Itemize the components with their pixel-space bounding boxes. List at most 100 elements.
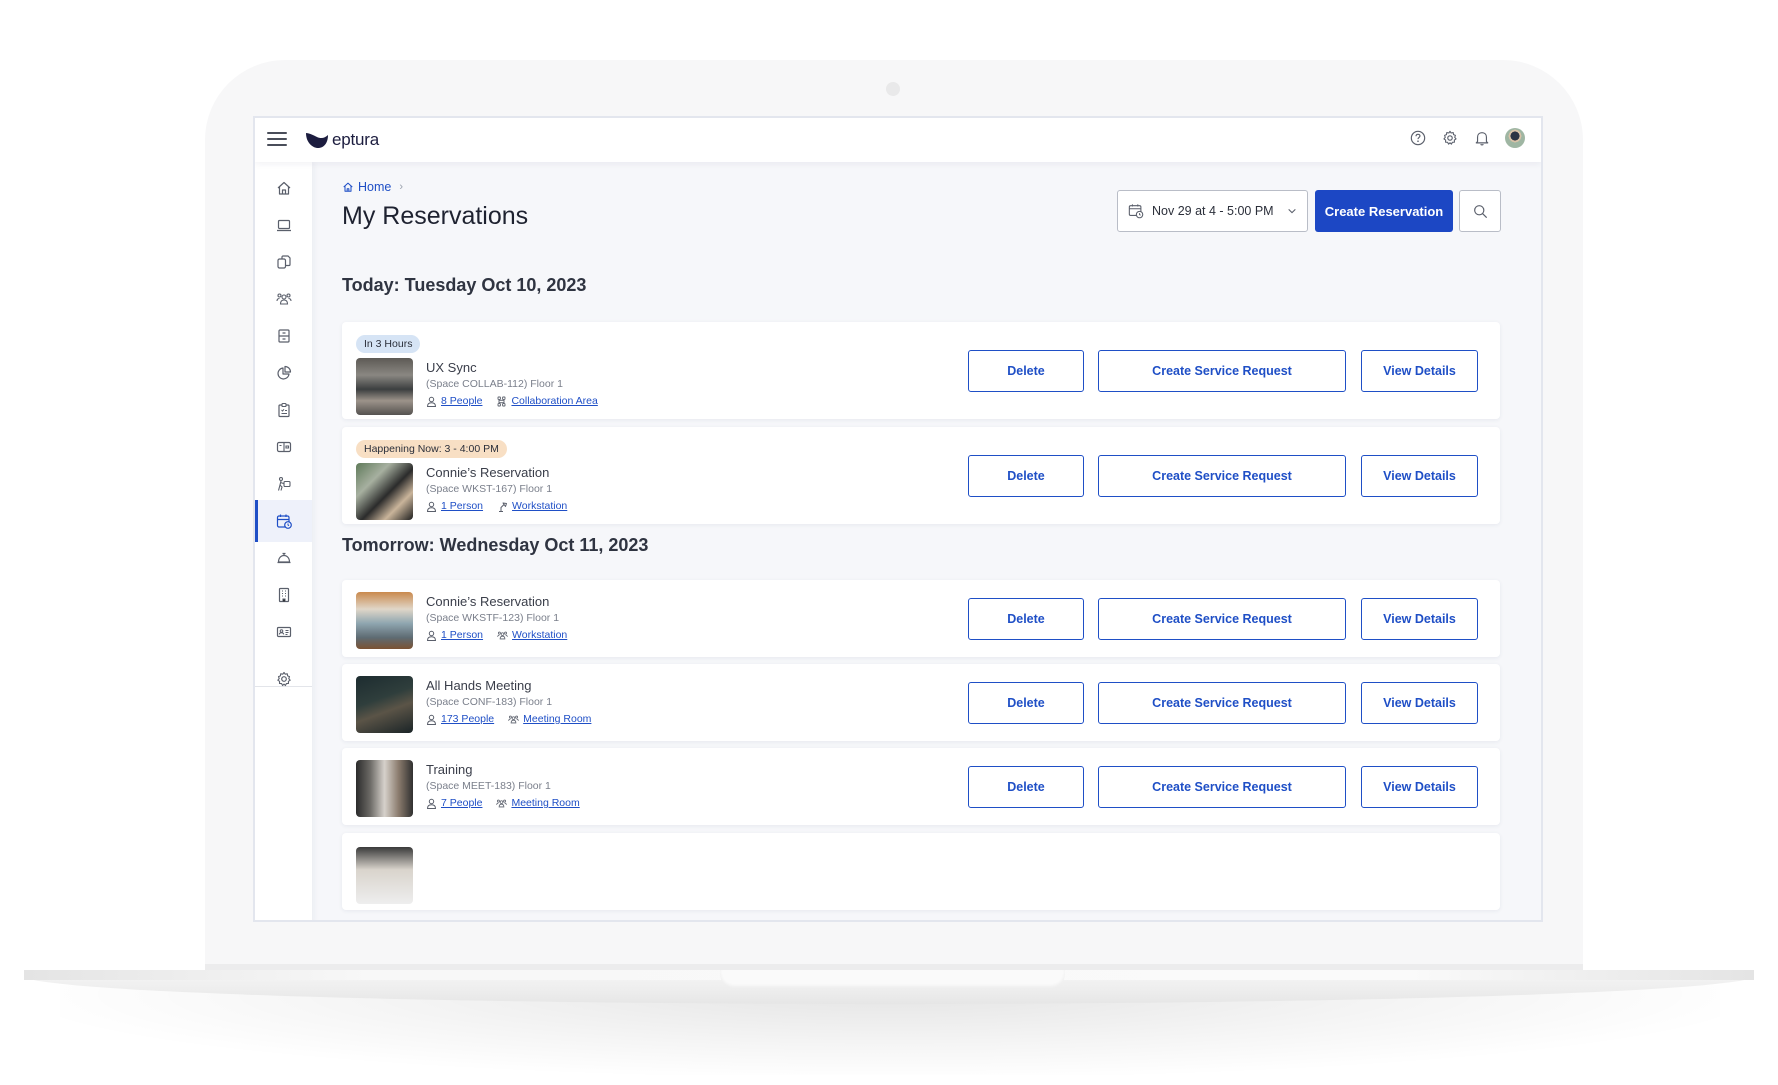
- create-reservation-button[interactable]: Create Reservation: [1315, 190, 1453, 232]
- space-location: (Space WKSTF-123) Floor 1: [426, 612, 560, 624]
- view-details-button[interactable]: View Details: [1361, 766, 1478, 808]
- chevron-right-icon: ›: [399, 181, 404, 193]
- sidebar-item-people-group[interactable]: [255, 278, 312, 320]
- laptop-camera: [886, 82, 900, 96]
- reservation-info: UX Sync (Space COLLAB-112) Floor 1 8 Peo…: [426, 360, 598, 407]
- reservation-info: Connie’s Reservation (Space WKSTF-123) F…: [426, 594, 567, 641]
- sidebar-item-file-cabinet[interactable]: [255, 315, 312, 357]
- help-icon[interactable]: [1409, 129, 1427, 147]
- space-photo: [356, 592, 413, 649]
- sidebar-item-home[interactable]: [255, 167, 312, 209]
- laptop-notch: [720, 970, 1065, 988]
- delete-button[interactable]: Delete: [968, 455, 1084, 497]
- space-photo: [356, 358, 413, 415]
- search-icon: [1473, 204, 1487, 218]
- space-location: (Space COLLAB-112) Floor 1: [426, 378, 563, 390]
- sidebar-item-copy-documents[interactable]: [255, 241, 312, 283]
- attendees-link[interactable]: 1 Person: [441, 500, 483, 512]
- status-badge: In 3 Hours: [356, 335, 421, 353]
- notifications-bell-icon[interactable]: [1473, 129, 1491, 147]
- reservation-title: UX Sync: [426, 360, 477, 375]
- calendar-clock-icon: [276, 514, 292, 529]
- attendees-link[interactable]: 1 Person: [441, 629, 483, 641]
- search-button[interactable]: [1459, 190, 1501, 232]
- pie-chart-icon: [276, 365, 291, 380]
- clipboard-checklist-icon: [277, 402, 290, 418]
- reservation-title: All Hands Meeting: [426, 678, 532, 693]
- eptura-logo-mark-icon: [306, 133, 328, 148]
- sidebar-item-clipboard-checklist[interactable]: [255, 389, 312, 431]
- date-range-value: Nov 29 at 4 - 5:00 PM: [1152, 204, 1274, 218]
- attendees-link[interactable]: 8 People: [441, 395, 482, 407]
- delete-button[interactable]: Delete: [968, 682, 1084, 724]
- chevron-down-icon: [1288, 208, 1296, 214]
- view-details-button[interactable]: View Details: [1361, 455, 1478, 497]
- space-location: (Space WKST-167) Floor 1: [426, 483, 553, 495]
- file-cabinet-icon: [277, 329, 290, 343]
- space-type-link[interactable]: Workstation: [512, 500, 567, 512]
- home-icon: [343, 182, 353, 192]
- create-service-request-button[interactable]: Create Service Request: [1098, 682, 1346, 724]
- space-location: (Space CONF-183) Floor 1: [426, 696, 553, 708]
- laptop-icon: [276, 219, 291, 232]
- breadcrumb-home-link[interactable]: Home: [358, 180, 391, 194]
- sidebar-item-map-book[interactable]: [255, 426, 312, 468]
- app-window: eptura Home › My Reservations Nov 29 at: [253, 116, 1543, 922]
- person-icon: [426, 630, 437, 641]
- date-range-picker[interactable]: Nov 29 at 4 - 5:00 PM: [1117, 190, 1308, 232]
- home-icon: [277, 181, 290, 195]
- space-type-link[interactable]: Collaboration Area: [511, 395, 597, 407]
- visitor-icon: [277, 476, 291, 491]
- reservation-card: In 3 Hours UX Sync (Space COLLAB-112) Fl…: [342, 322, 1500, 419]
- settings-gear-icon: [276, 671, 291, 687]
- sidebar-item-settings[interactable]: [255, 658, 312, 700]
- delete-button[interactable]: Delete: [968, 350, 1084, 392]
- user-avatar[interactable]: [1505, 128, 1525, 148]
- page-title: My Reservations: [342, 202, 529, 230]
- view-details-button[interactable]: View Details: [1361, 598, 1478, 640]
- sidebar-item-building[interactable]: [255, 574, 312, 616]
- space-photo: [356, 463, 413, 520]
- reservation-meta: 7 People Meeting Room: [426, 797, 580, 809]
- reservation-title: Training: [426, 762, 473, 777]
- reservation-meta: 173 People Meeting Room: [426, 713, 591, 725]
- reservation-meta: 1 Person Workstation: [426, 629, 567, 641]
- sidebar-nav: [255, 162, 312, 920]
- reservation-info: Connie’s Reservation (Space WKST-167) Fl…: [426, 465, 567, 512]
- space-type-link[interactable]: Meeting Room: [511, 797, 579, 809]
- copy-documents-icon: [276, 255, 291, 269]
- hamburger-menu-icon[interactable]: [267, 131, 287, 147]
- sidebar-item-service-bell[interactable]: [255, 537, 312, 579]
- space-type-link[interactable]: Workstation: [512, 629, 567, 641]
- reservation-card-partial: [342, 833, 1500, 910]
- person-icon: [426, 798, 437, 809]
- attendees-link[interactable]: 7 People: [441, 797, 482, 809]
- settings-icon[interactable]: [1441, 129, 1459, 147]
- people-group-icon: [497, 631, 508, 639]
- sidebar-item-calendar-clock[interactable]: [255, 500, 312, 542]
- reservation-card: Happening Now: 3 - 4:00 PM Connie’s Rese…: [342, 427, 1500, 524]
- create-service-request-button[interactable]: Create Service Request: [1098, 455, 1346, 497]
- reservation-meta: 8 People Collaboration Area: [426, 395, 598, 407]
- collaboration-area-icon: [498, 396, 506, 406]
- space-type-link[interactable]: Meeting Room: [523, 713, 591, 725]
- space-photo: [356, 847, 413, 904]
- create-service-request-button[interactable]: Create Service Request: [1098, 598, 1346, 640]
- attendees-link[interactable]: 173 People: [441, 713, 494, 725]
- delete-button[interactable]: Delete: [968, 598, 1084, 640]
- person-icon: [426, 714, 437, 725]
- sidebar-item-id-card[interactable]: [255, 611, 312, 653]
- view-details-button[interactable]: View Details: [1361, 350, 1478, 392]
- space-location: (Space MEET-183) Floor 1: [426, 780, 551, 792]
- sidebar-item-pie-chart[interactable]: [255, 352, 312, 394]
- sidebar-item-laptop[interactable]: [255, 204, 312, 246]
- view-details-button[interactable]: View Details: [1361, 682, 1478, 724]
- create-service-request-button[interactable]: Create Service Request: [1098, 350, 1346, 392]
- eptura-logo[interactable]: eptura: [305, 128, 379, 152]
- people-group-icon: [275, 293, 292, 305]
- reservation-info: Training (Space MEET-183) Floor 1 7 Peop…: [426, 762, 580, 809]
- reservation-title: Connie’s Reservation: [426, 465, 550, 480]
- create-service-request-button[interactable]: Create Service Request: [1098, 766, 1346, 808]
- sidebar-item-visitor[interactable]: [255, 463, 312, 505]
- delete-button[interactable]: Delete: [968, 766, 1084, 808]
